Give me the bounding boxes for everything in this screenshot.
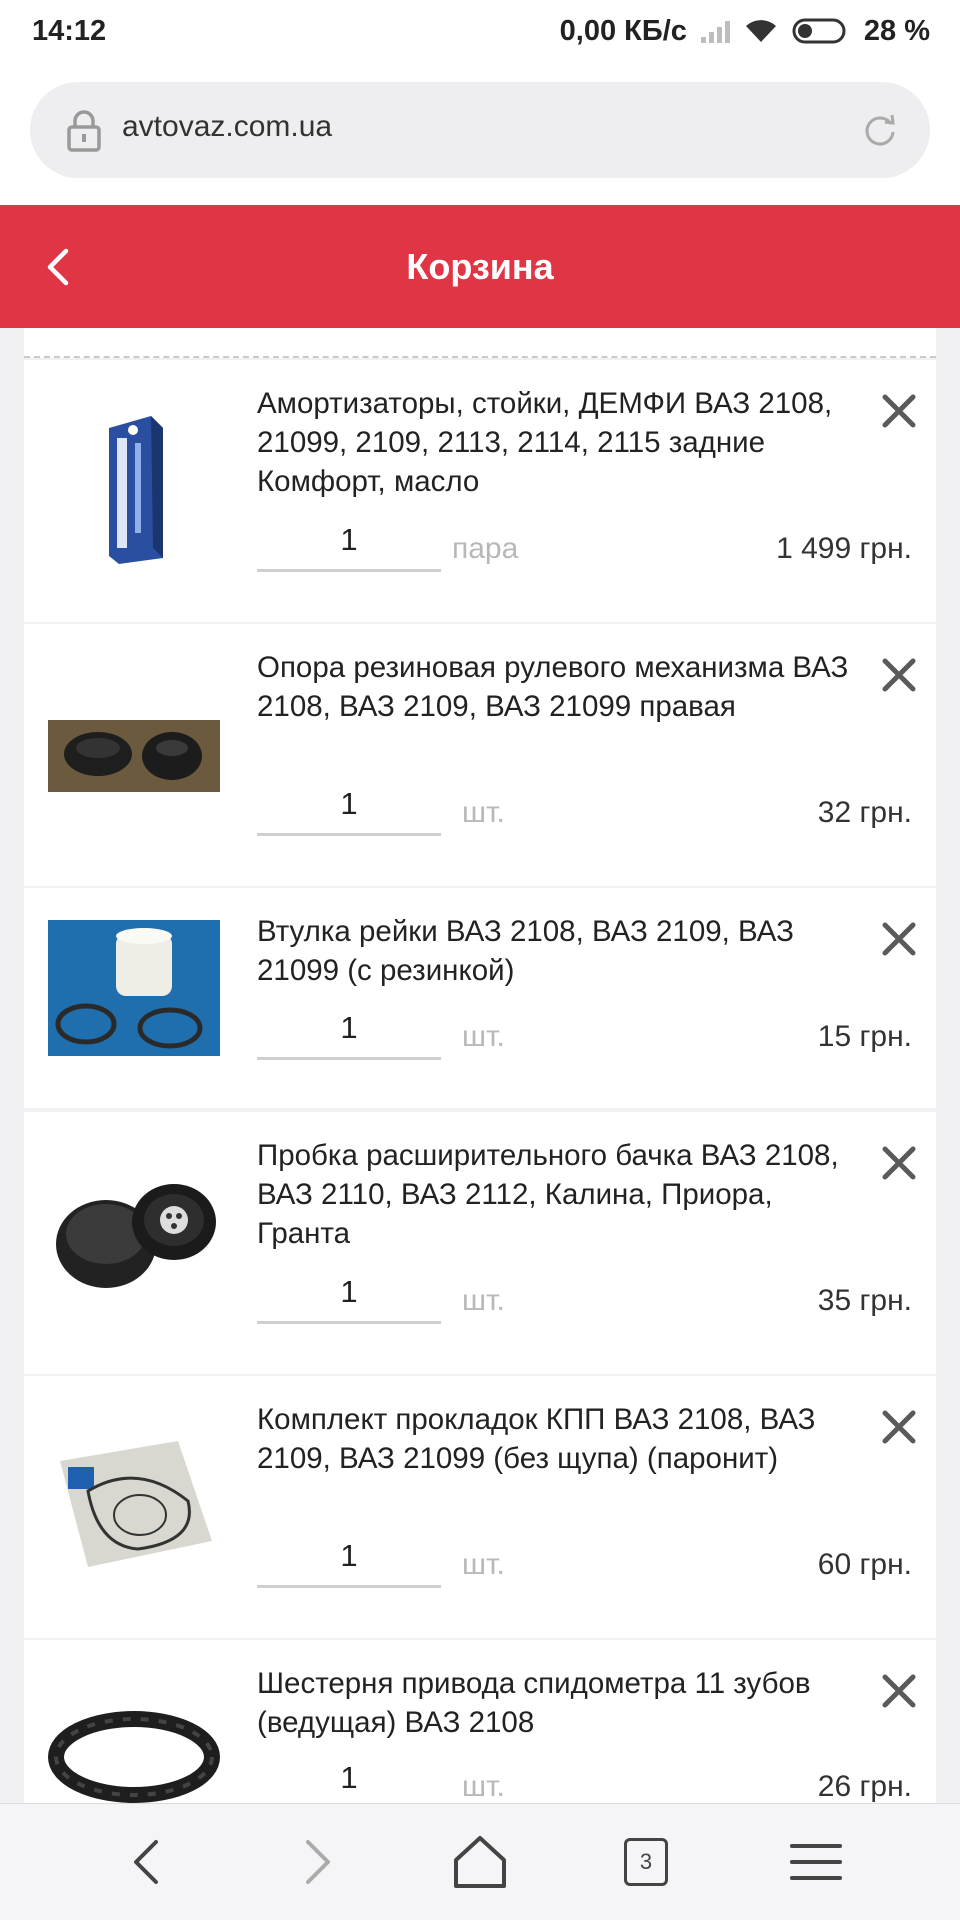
unit-label: шт. — [462, 1020, 505, 1053]
page-title: Корзина — [406, 245, 554, 287]
item-title[interactable]: Амортизаторы, стойки, ДЕМФИ ВАЗ 2108, 21… — [257, 384, 857, 501]
status-time: 14:12 — [32, 14, 107, 47]
quantity-input[interactable]: 1 — [257, 1270, 441, 1324]
back-arrow-icon[interactable] — [118, 1832, 178, 1892]
product-image[interactable] — [48, 1162, 220, 1312]
cart-item: Комплект прокладок КПП ВАЗ 2108, ВАЗ 210… — [24, 1376, 936, 1638]
forward-arrow-icon[interactable] — [286, 1832, 346, 1892]
item-price: 26 грн. — [817, 1770, 912, 1803]
chevron-left-icon[interactable] — [40, 245, 80, 289]
item-title[interactable]: Опора резиновая рулевого механизма ВАЗ 2… — [257, 648, 857, 726]
close-icon[interactable] — [880, 1408, 918, 1446]
close-icon[interactable] — [880, 920, 918, 958]
close-icon[interactable] — [880, 1672, 918, 1710]
product-image[interactable] — [48, 388, 220, 588]
cart-divider — [24, 328, 936, 358]
network-speed: 0,00 КБ/с — [559, 14, 687, 47]
menu-icon[interactable] — [786, 1832, 846, 1892]
quantity-input[interactable]: 1 — [257, 1756, 441, 1803]
item-price: 15 грн. — [817, 1020, 912, 1053]
reload-icon[interactable] — [860, 110, 900, 150]
lock-icon[interactable] — [64, 108, 104, 152]
close-icon[interactable] — [880, 1144, 918, 1182]
item-title[interactable]: Комплект прокладок КПП ВАЗ 2108, ВАЗ 210… — [257, 1400, 857, 1478]
cart-list[interactable]: Амортизаторы, стойки, ДЕМФИ ВАЗ 2108, 21… — [24, 328, 936, 1803]
product-image[interactable] — [48, 688, 220, 824]
address-bar[interactable]: avtovaz.com.ua — [30, 82, 930, 178]
cart-item: Шестерня привода спидометра 11 зубов (ве… — [24, 1640, 936, 1803]
tabs-count: 3 — [624, 1838, 668, 1886]
unit-label: пара — [452, 532, 519, 565]
unit-label: шт. — [462, 1284, 505, 1317]
unit-label: шт. — [462, 796, 505, 829]
browser-bottom-nav: 3 — [0, 1803, 960, 1920]
signal-icon — [700, 19, 730, 43]
cart-item: Втулка рейки ВАЗ 2108, ВАЗ 2109, ВАЗ 210… — [24, 888, 936, 1108]
product-image[interactable] — [48, 1426, 220, 1576]
close-icon[interactable] — [880, 656, 918, 694]
unit-label: шт. — [462, 1770, 505, 1803]
item-title[interactable]: Шестерня привода спидометра 11 зубов (ве… — [257, 1664, 857, 1742]
item-title[interactable]: Втулка рейки ВАЗ 2108, ВАЗ 2109, ВАЗ 210… — [257, 912, 857, 990]
product-image[interactable] — [48, 918, 220, 1058]
tabs-button[interactable]: 3 — [624, 1838, 668, 1886]
quantity-input[interactable]: 1 — [257, 782, 441, 836]
product-image[interactable] — [48, 1680, 220, 1803]
battery-percent: 28 % — [863, 14, 930, 47]
item-price: 60 грн. — [817, 1548, 912, 1581]
item-price: 32 грн. — [817, 796, 912, 829]
quantity-input[interactable]: 1 — [257, 1534, 441, 1588]
quantity-input[interactable]: 1 — [257, 518, 441, 572]
battery-icon — [792, 17, 850, 45]
item-title[interactable]: Пробка расширительного бачка ВАЗ 2108, В… — [257, 1136, 857, 1253]
quantity-input[interactable]: 1 — [257, 1006, 441, 1060]
cart-item: Пробка расширительного бачка ВАЗ 2108, В… — [24, 1112, 936, 1374]
unit-label: шт. — [462, 1548, 505, 1581]
cart-item: Опора резиновая рулевого механизма ВАЗ 2… — [24, 624, 936, 886]
status-bar: 14:12 0,00 КБ/с 28 % — [0, 0, 960, 62]
page-header: Корзина — [0, 205, 960, 328]
browser-toolbar: avtovaz.com.ua — [0, 62, 960, 205]
status-indicators: 0,00 КБ/с 28 % — [560, 15, 930, 48]
close-icon[interactable] — [880, 392, 918, 430]
wifi-icon — [744, 18, 778, 44]
item-price: 1 499 грн. — [776, 532, 912, 565]
item-price: 35 грн. — [817, 1284, 912, 1317]
url-text[interactable]: avtovaz.com.ua — [122, 110, 332, 144]
home-icon[interactable] — [450, 1832, 510, 1892]
cart-item: Амортизаторы, стойки, ДЕМФИ ВАЗ 2108, 21… — [24, 360, 936, 622]
